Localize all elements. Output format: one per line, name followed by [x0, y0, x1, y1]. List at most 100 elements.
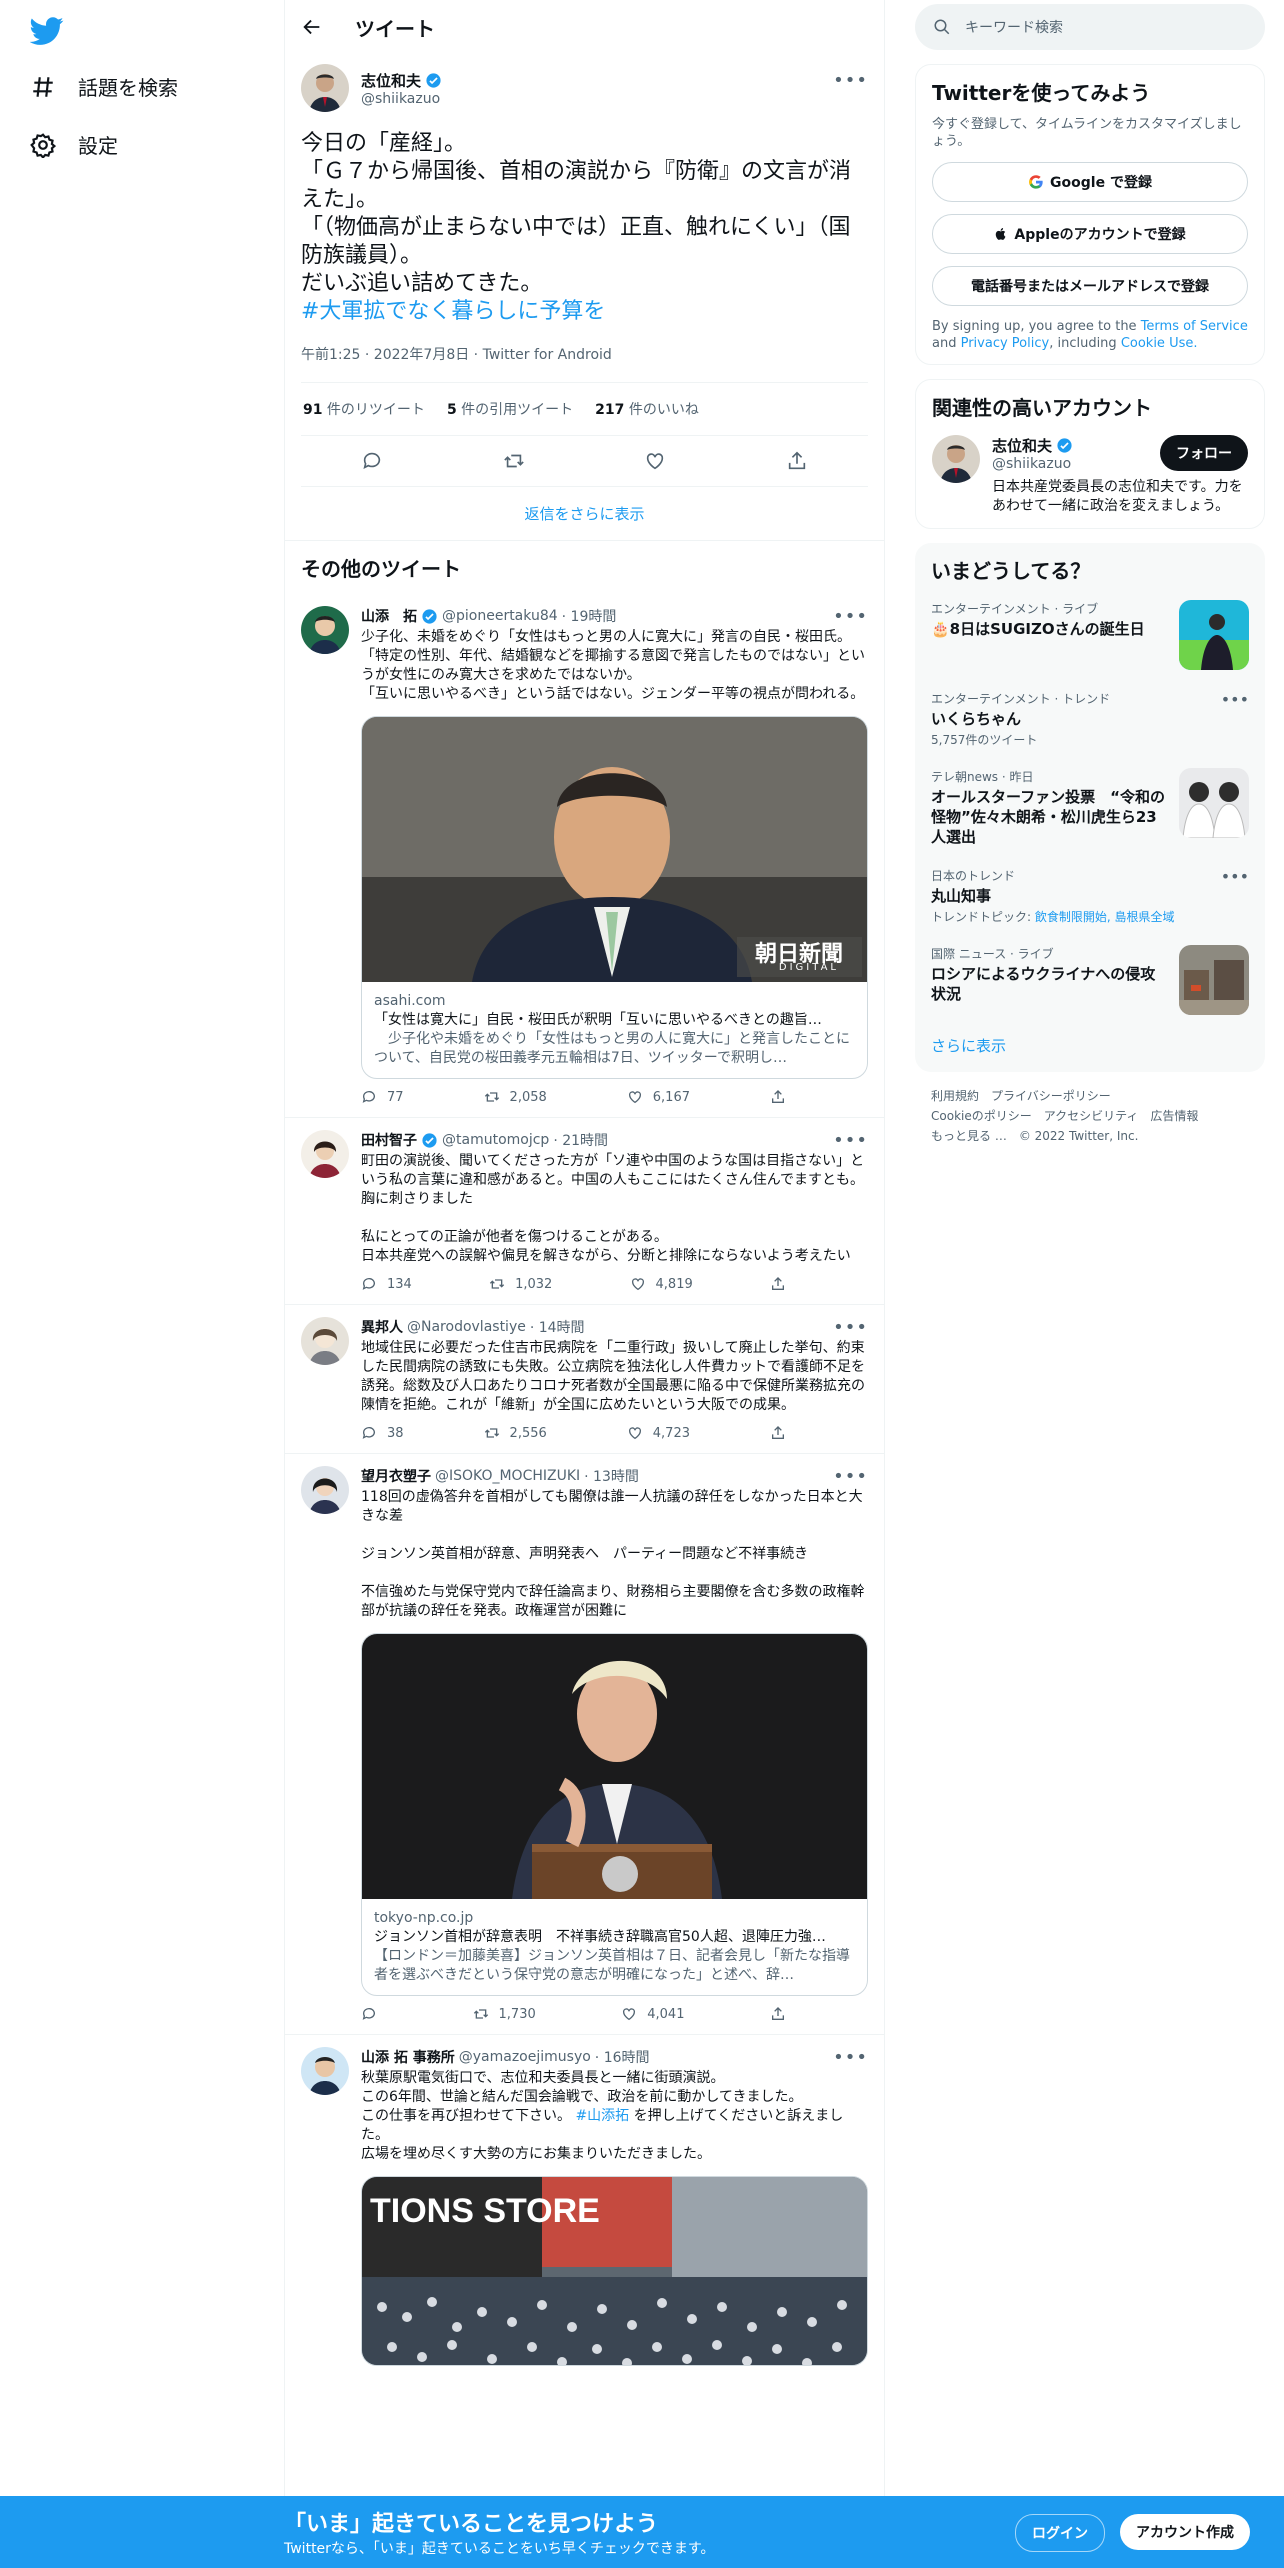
tweet-author-handle: @Narodovlastiye	[407, 1319, 526, 1335]
tweet-timestamp[interactable]: 午前1:25 · 2022年7月8日 · Twitter for Android	[301, 344, 868, 383]
author-handle: @shiikazuo	[361, 90, 441, 107]
tweet-item[interactable]: 異邦人 @Narodovlastiye · 14時間 ••• 地域住民に必要だっ…	[285, 1305, 884, 1454]
more-options-icon[interactable]: •••	[1221, 690, 1249, 748]
like-button[interactable]: 4,819	[630, 1276, 693, 1292]
share-button[interactable]	[770, 1425, 786, 1441]
hashtag-link[interactable]: #山添拓	[575, 2108, 629, 2124]
main-column: ツイート 志位和夫 @shiikazuo ••• 今日の「産経」。 「Ｇ７から帰…	[284, 0, 885, 2568]
login-button[interactable]: ログイン	[1015, 2514, 1105, 2552]
search-box[interactable]: キーワード検索	[915, 4, 1265, 50]
tweet-time[interactable]: · 16時間	[595, 2047, 650, 2067]
more-options-icon[interactable]: •••	[1221, 867, 1249, 925]
follow-button[interactable]: フォロー	[1160, 435, 1248, 471]
hashtag-link[interactable]: #大軍拡でなく暮らしに予算を	[301, 299, 605, 324]
footer-link[interactable]: Cookieのポリシー	[931, 1109, 1032, 1123]
link-card[interactable]: 朝日新聞 DIGITAL asahi.com 「女性は寛大に」自民・桜田氏が釈明…	[361, 716, 868, 1079]
show-more-replies-link[interactable]: 返信をさらに表示	[285, 487, 884, 541]
share-button[interactable]	[770, 1276, 786, 1292]
show-more-trends-link[interactable]: さらに表示	[915, 1025, 1265, 1060]
like-button[interactable]: 6,167	[627, 1089, 690, 1105]
tweet-author-name[interactable]: 望月衣塑子	[361, 1466, 431, 1486]
footer-link[interactable]: 広告情報	[1150, 1109, 1198, 1123]
back-arrow-icon[interactable]	[301, 16, 323, 38]
tweet-author-name[interactable]: 田村智子	[361, 1130, 417, 1150]
media-card[interactable]: TIONS STORE	[361, 2176, 868, 2366]
more-options-icon[interactable]: •••	[833, 70, 868, 91]
trend-item[interactable]: 日本のトレンド 丸山知事 トレンドトピック: 飲食制限開始, 島根県全域 •••	[915, 857, 1265, 935]
footer-link[interactable]: アクセシビリティ	[1044, 1109, 1139, 1123]
link-card[interactable]: tokyo-np.co.jp ジョンソン首相が辞意表明 不祥事続き辞職高官50人…	[361, 1633, 868, 1996]
cookie-link[interactable]: Cookie Use.	[1121, 336, 1198, 351]
trend-category: エンターテインメント · トレンド	[931, 692, 1111, 706]
tweet-item[interactable]: 山添 拓 @pioneertaku84 · 19時間 ••• 少子化、未婚をめぐ…	[285, 594, 884, 1118]
retweet-count[interactable]: 91 件のリツイート	[303, 399, 425, 419]
trend-item[interactable]: エンターテインメント · ライブ 🎂8日はSUGIZOさんの誕生日	[915, 590, 1265, 680]
terms-link[interactable]: Terms of Service	[1141, 319, 1248, 334]
reply-button[interactable]: 134	[361, 1276, 412, 1292]
card-logo-sub: DIGITAL	[778, 962, 839, 973]
avatar[interactable]	[301, 1130, 349, 1178]
tweet-author-name[interactable]: 異邦人	[361, 1317, 403, 1337]
like-button[interactable]: 4,041	[621, 2006, 684, 2022]
avatar[interactable]	[932, 435, 980, 483]
twitter-logo-icon[interactable]	[30, 14, 64, 48]
more-options-icon[interactable]: •••	[833, 1130, 868, 1151]
share-icon[interactable]	[786, 450, 808, 472]
nav-settings[interactable]: 設定	[30, 130, 118, 159]
like-button[interactable]: 4,723	[627, 1425, 690, 1441]
avatar[interactable]	[301, 64, 349, 112]
trend-item[interactable]: 国際 ニュース · ライブ ロシアによるウクライナへの侵攻状況	[915, 935, 1265, 1025]
tweet-time[interactable]: · 19時間	[562, 606, 617, 626]
trend-item[interactable]: エンターテインメント · トレンド いくらちゃん 5,757件のツイート •••	[915, 680, 1265, 758]
avatar[interactable]	[301, 2047, 349, 2095]
nav-explore[interactable]: 話題を検索	[30, 72, 178, 101]
retweet-button[interactable]: 2,556	[484, 1425, 547, 1441]
retweet-button[interactable]: 1,730	[473, 2006, 536, 2022]
reply-icon[interactable]	[361, 450, 383, 472]
avatar[interactable]	[301, 1466, 349, 1514]
quote-count[interactable]: 5 件の引用ツイート	[447, 399, 573, 419]
tweet-text: 地域住民に必要だった住吉市民病院を「二重行政」扱いして廃止した挙句、約束した民間…	[361, 1340, 865, 1413]
like-icon[interactable]	[644, 450, 666, 472]
privacy-link[interactable]: Privacy Policy	[961, 336, 1050, 351]
retweet-button[interactable]: 1,032	[489, 1276, 552, 1292]
footer-link[interactable]: もっと見る …	[931, 1129, 1007, 1143]
tweet-item[interactable]: 望月衣塑子 @ISOKO_MOCHIZUKI · 13時間 ••• 118回の虚…	[285, 1454, 884, 2035]
footer-link[interactable]: プライバシーポリシー	[991, 1089, 1111, 1103]
retweet-icon[interactable]	[503, 450, 525, 472]
search-input[interactable]: キーワード検索	[965, 17, 1063, 37]
avatar[interactable]	[301, 1317, 349, 1365]
tweet-actions: 134 1,032 4,819	[361, 1276, 786, 1292]
google-signup-button[interactable]: Google で登録	[932, 162, 1248, 202]
reply-button[interactable]	[361, 2006, 387, 2022]
footer-link[interactable]: 利用規約	[931, 1089, 979, 1103]
search-icon	[934, 19, 950, 35]
related-name[interactable]: 志位和夫	[992, 435, 1052, 456]
tweet-time[interactable]: · 14時間	[530, 1317, 585, 1337]
tweet-time[interactable]: · 13時間	[584, 1466, 639, 1486]
tweet-author-name[interactable]: 山添 拓 事務所	[361, 2047, 455, 2067]
share-button[interactable]	[770, 1089, 786, 1105]
more-options-icon[interactable]: •••	[833, 2047, 868, 2068]
tweet-time[interactable]: · 21時間	[553, 1130, 608, 1150]
more-options-icon[interactable]: •••	[833, 1317, 868, 1338]
tweet-item[interactable]: 田村智子 @tamutomojcp · 21時間 ••• 町田の演説後、聞いてく…	[285, 1118, 884, 1305]
retweet-button[interactable]: 2,058	[484, 1089, 547, 1105]
share-button[interactable]	[770, 2006, 786, 2022]
trend-item[interactable]: テレ朝news · 昨日 オールスターファン投票 “令和の怪物”佐々木朗希・松川…	[915, 758, 1265, 857]
more-options-icon[interactable]: •••	[833, 1466, 868, 1487]
trend-title: 🎂8日はSUGIZOさんの誕生日	[931, 620, 1145, 638]
tweet-author-name[interactable]: 山添 拓	[361, 606, 417, 626]
reply-button[interactable]: 77	[361, 1089, 404, 1105]
more-options-icon[interactable]: •••	[833, 606, 868, 627]
author-name[interactable]: 志位和夫	[361, 70, 421, 91]
like-count[interactable]: 217 件のいいね	[595, 399, 699, 419]
signup-button[interactable]: アカウント作成	[1120, 2514, 1250, 2550]
phone-email-signup-button[interactable]: 電話番号またはメールアドレスで登録	[932, 266, 1248, 306]
avatar[interactable]	[301, 606, 349, 654]
tweet-item[interactable]: 山添 拓 事務所 @yamazoejimusyo · 16時間 ••• 秋葉原駅…	[285, 2035, 884, 2378]
reply-button[interactable]: 38	[361, 1425, 404, 1441]
trend-topic-link[interactable]: 飲食制限開始, 島根県全域	[1035, 910, 1175, 924]
apple-signup-button[interactable]: Appleのアカウントで登録	[932, 214, 1248, 254]
like-icon	[628, 1427, 641, 1440]
